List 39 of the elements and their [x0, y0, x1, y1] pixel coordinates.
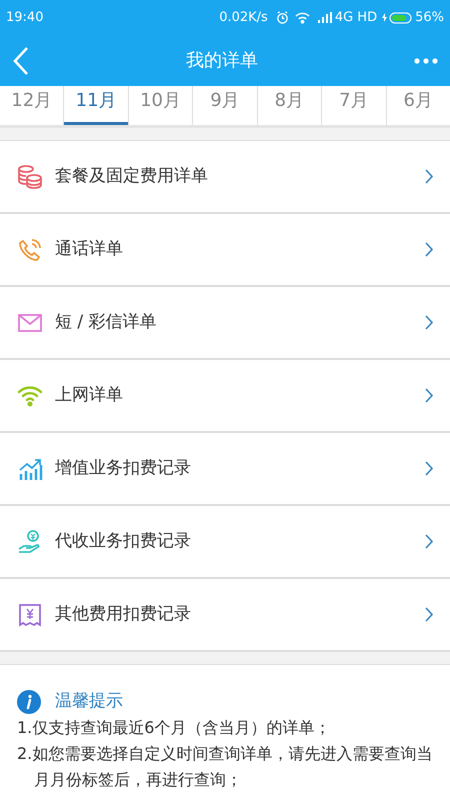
chevron-right-icon [425, 388, 434, 403]
month-tab[interactable]: 9月 [193, 86, 257, 125]
month-tab[interactable]: 6月 [386, 86, 450, 125]
coins-icon [17, 164, 43, 190]
chevron-right-icon [425, 607, 434, 622]
item-label: 上网详单 [55, 384, 124, 407]
item-label: 增值业务扣费记录 [55, 456, 192, 480]
month-tab[interactable]: 10月 [128, 86, 192, 125]
item-label: 代收业务扣费记录 [55, 530, 192, 553]
yuan-receipt-icon [17, 602, 43, 628]
month-tab[interactable]: 8月 [258, 86, 322, 125]
battery-icon [381, 12, 414, 24]
page-title: 我的详单 [186, 49, 258, 73]
info-icon [17, 690, 41, 714]
tip-text: 2.如您需要选择自定义时间查询详单，请先进入需要查询当月月份标签后，再进行查询； [17, 742, 433, 790]
item-label: 套餐及固定费用详单 [55, 164, 209, 188]
signal-icon [318, 12, 332, 23]
chevron-right-icon [425, 169, 434, 184]
chevron-right-icon [425, 315, 434, 330]
phone-icon [17, 236, 43, 262]
status-time: 19:40 [6, 8, 44, 27]
item-label: 短 / 彩信详单 [55, 310, 158, 334]
month-tab[interactable]: 7月 [322, 86, 386, 125]
item-label: 通话详单 [55, 238, 124, 261]
more-icon [414, 58, 438, 64]
chevron-right-icon [425, 461, 434, 476]
month-tab[interactable]: 11月 [64, 86, 128, 125]
tip-text: 1.仅支持查询最近6个月（含当月）的详单； [17, 716, 332, 738]
month-tab[interactable]: 12月 [0, 86, 64, 125]
tips-title: 温馨提示 [55, 690, 123, 713]
wifi-icon [294, 12, 310, 24]
back-icon [12, 46, 30, 76]
network-type: 4G HD [334, 8, 378, 27]
network-speed: 0.02K/s [219, 8, 268, 27]
battery-percent: 56% [415, 8, 444, 27]
chevron-right-icon [425, 242, 434, 257]
chevron-right-icon [425, 534, 434, 549]
item-label: 其他费用扣费记录 [55, 602, 192, 626]
alarm-icon [276, 11, 289, 24]
